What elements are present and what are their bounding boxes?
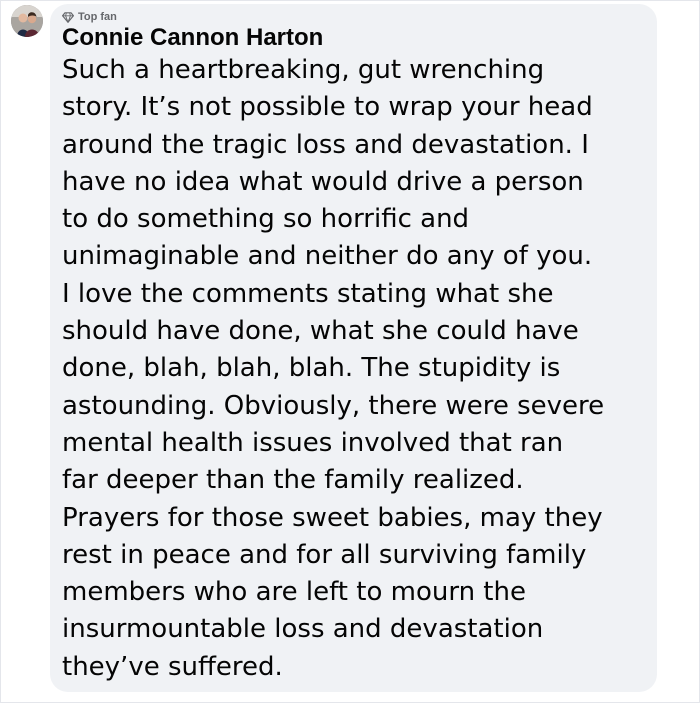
comment-line: I love the comments stating what she: [62, 278, 554, 309]
avatar-photo-icon: [11, 5, 43, 37]
comment-author[interactable]: Connie Cannon Harton: [62, 24, 323, 52]
diamond-icon: [62, 11, 74, 23]
comment-line: to do something so horrific and: [62, 204, 470, 235]
comment-line: should have done, what she could have: [62, 316, 579, 347]
comment-line: insurmountable loss and devastation: [62, 614, 544, 645]
comment-line: unimaginable and neither do any of you.: [62, 241, 593, 272]
comment-line: members who are left to mourn the: [62, 577, 526, 608]
badge-label: Top fan: [78, 11, 117, 23]
comment-line: story. It’s not possible to wrap your he…: [62, 92, 593, 123]
comment-text: Such a heartbreaking, gut wrenching stor…: [62, 52, 654, 686]
top-fan-badge: Top fan: [62, 10, 117, 24]
avatar[interactable]: [11, 5, 43, 37]
comment-line: around the tragic loss and devastation. …: [62, 129, 589, 160]
comment-line: far deeper than the family realized.: [62, 465, 524, 496]
comment-line: rest in peace and for all surviving fami…: [62, 539, 587, 570]
comment-line: Such a heartbreaking, gut wrenching: [62, 55, 545, 85]
comment-line: Prayers for those sweet babies, may they: [62, 502, 603, 533]
comment-line: mental health issues involved that ran: [62, 427, 564, 458]
comment-line: they’ve suffered.: [62, 651, 283, 682]
comment-line: astounding. Obviously, there were severe: [62, 390, 605, 421]
comment-line: done, blah, blah, blah. The stupidity is: [62, 353, 561, 384]
comment-line: have no idea what would drive a person: [62, 166, 584, 197]
